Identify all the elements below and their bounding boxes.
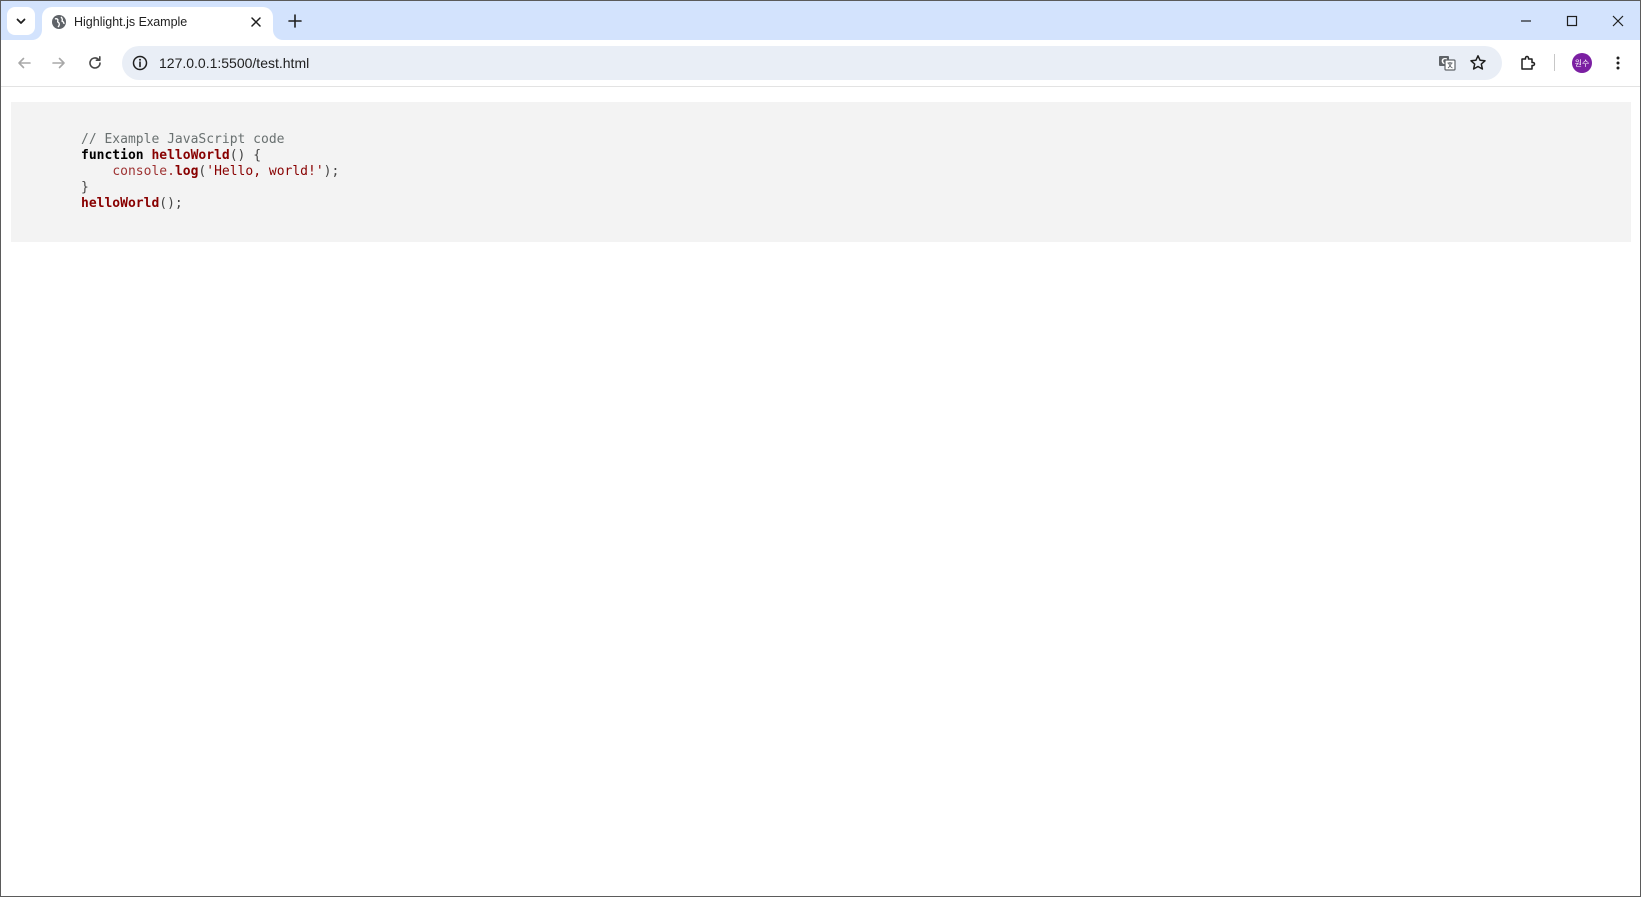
close-window-button[interactable] [1595, 1, 1640, 40]
tab-search-button[interactable] [7, 7, 35, 35]
close-icon [251, 17, 261, 27]
code-builtin: console. [112, 164, 175, 179]
arrow-right-icon [52, 57, 65, 69]
address-bar[interactable]: G [122, 46, 1502, 80]
code-comment: // Example JavaScript code [81, 132, 285, 147]
globe-icon [52, 15, 66, 29]
site-info-button[interactable] [128, 51, 152, 75]
new-tab-button[interactable] [281, 7, 309, 35]
translate-icon: G [1439, 56, 1456, 71]
code-punctuation: ); [323, 164, 340, 179]
code-line: } [81, 180, 339, 196]
code-line: console.log('Hello, world!'); [81, 164, 339, 180]
info-icon [132, 55, 148, 71]
reload-button[interactable] [80, 48, 110, 78]
code-punctuation: (); [159, 196, 183, 211]
tab-title: Highlight.js Example [74, 15, 188, 29]
bookmark-button[interactable] [1466, 51, 1490, 75]
code-function-name: helloWorld [151, 148, 230, 163]
minimize-button[interactable] [1503, 1, 1549, 40]
profile-button[interactable]: 원수 [1567, 48, 1597, 78]
code-line: // Example JavaScript code [81, 132, 339, 148]
tab-close-button[interactable] [247, 13, 265, 31]
code-function-call: helloWorld [81, 196, 160, 211]
code-block: // Example JavaScript code function hello… [11, 102, 1631, 242]
minimize-icon [1521, 19, 1531, 22]
maximize-icon [1566, 15, 1578, 26]
code-line: helloWorld(); [81, 196, 339, 212]
reload-icon [89, 56, 101, 69]
back-button[interactable] [9, 48, 39, 78]
code-line: function helloWorld() { [81, 148, 339, 164]
browser-window: Highlight.js Example 127.0.0.1:5500/test… [0, 0, 1641, 897]
toolbar-separator [1554, 54, 1555, 71]
code-punctuation: } [81, 180, 89, 195]
code-method: log [174, 164, 199, 179]
browser-toolbar: G 원수 [1, 40, 1640, 87]
tab-active[interactable]: Highlight.js Example [42, 7, 273, 40]
forward-button[interactable] [44, 48, 74, 78]
more-vertical-icon [1616, 56, 1620, 70]
chevron-down-icon [16, 18, 26, 24]
plus-icon [288, 14, 302, 28]
extensions-button[interactable] [1513, 48, 1543, 78]
code-listing: // Example JavaScript code function hello… [81, 132, 339, 212]
menu-button[interactable] [1603, 48, 1633, 78]
page-content: // Example JavaScript code function hello… [1, 87, 1640, 896]
code-string: 'Hello, world!' [206, 164, 324, 179]
translate-button[interactable]: G [1435, 51, 1459, 75]
avatar: 원수 [1572, 53, 1592, 73]
arrow-left-icon [18, 57, 31, 69]
code-punctuation: () { [229, 148, 262, 163]
tab-strip: Highlight.js Example [1, 1, 1640, 40]
close-icon [1612, 15, 1624, 26]
maximize-button[interactable] [1549, 1, 1595, 40]
code-keyword: function [81, 148, 144, 163]
star-icon [1470, 55, 1486, 70]
url-input[interactable] [159, 46, 1389, 80]
puzzle-piece-icon [1521, 55, 1536, 70]
